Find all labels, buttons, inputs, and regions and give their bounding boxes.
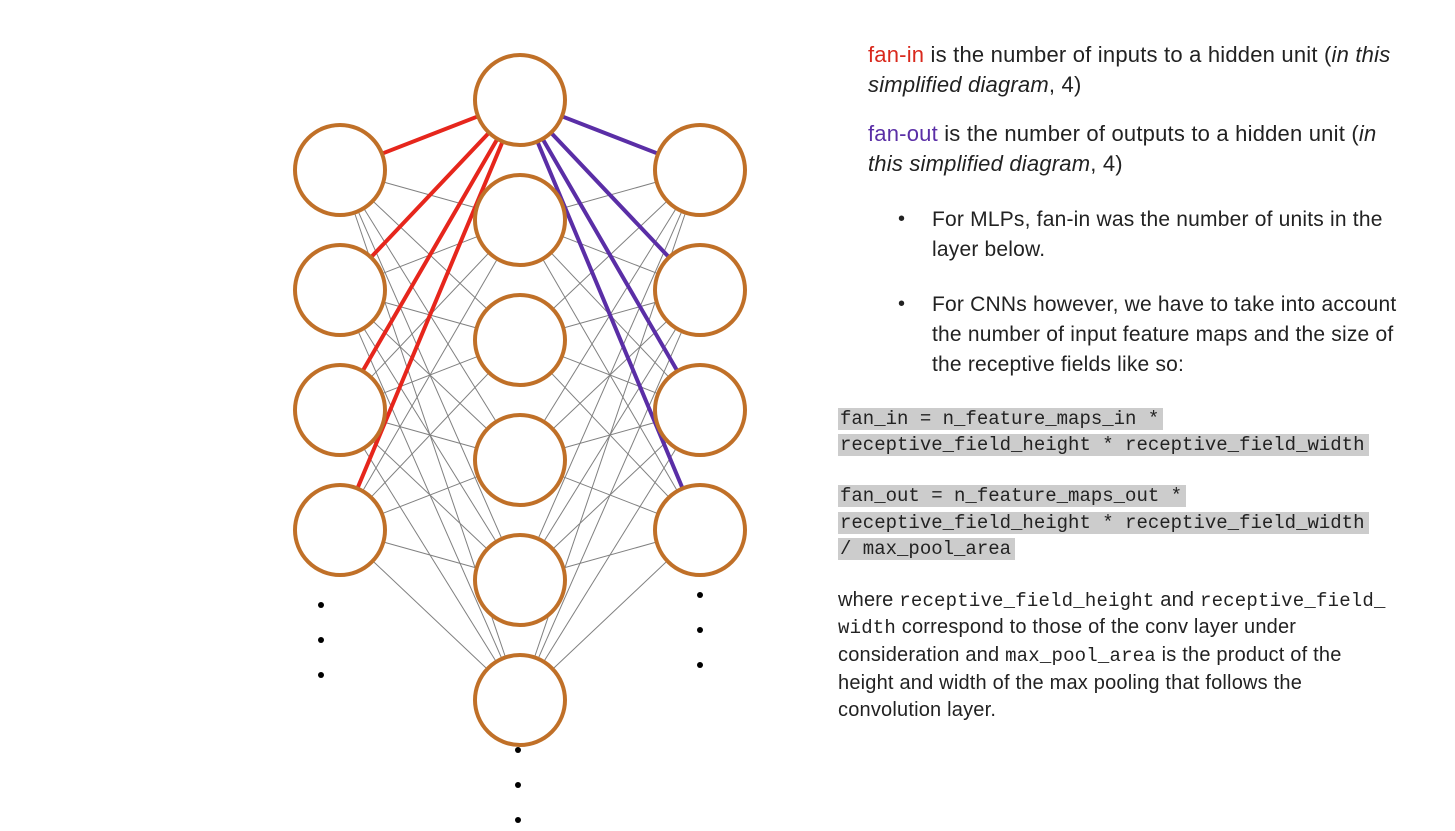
fanin-text: is the number of inputs to a hidden unit… [924,42,1331,67]
bullet-cnn: For CNNs however, we have to take into a… [898,290,1398,379]
code-fanout-line1: fan_out = n_feature_maps_out * [838,485,1186,507]
code-fanin: fan_in = n_feature_maps_in * receptive_f… [838,406,1398,459]
fanout-text: is the number of outputs to a hidden uni… [938,121,1359,146]
code-fanout-line2: receptive_field_height * receptive_field… [838,512,1369,534]
fanout-tail: , 4) [1090,151,1123,176]
fanout-definition: fan-out is the number of outputs to a hi… [868,119,1398,178]
bullet-mlp: For MLPs, fan-in was the number of units… [898,205,1398,265]
bullet-list: For MLPs, fan-in was the number of units… [898,205,1398,380]
fanin-definition: fan-in is the number of inputs to a hidd… [868,40,1398,99]
text-column: fan-in is the number of inputs to a hidd… [838,40,1398,725]
explain-code3: max_pool_area [1005,645,1156,667]
code-fanin-line2: receptive_field_height * receptive_field… [838,434,1369,456]
fanin-term: fan-in [868,42,924,67]
code-fanout: fan_out = n_feature_maps_out * receptive… [838,483,1398,563]
explain-paragraph: where receptive_field_height and recepti… [838,587,1398,725]
code-fanin-line1: fan_in = n_feature_maps_in * [838,408,1163,430]
fanin-tail: , 4) [1049,72,1082,97]
code-fanout-line3: / max_pool_area [838,538,1015,560]
explain-mid1: and [1154,589,1199,611]
explain-pre: where [838,589,899,611]
fanout-term: fan-out [868,121,938,146]
network-diagram [255,40,785,830]
slide: fan-in is the number of inputs to a hidd… [0,0,1455,831]
explain-code1: receptive_field_height [899,590,1154,612]
network-svg [255,40,785,831]
